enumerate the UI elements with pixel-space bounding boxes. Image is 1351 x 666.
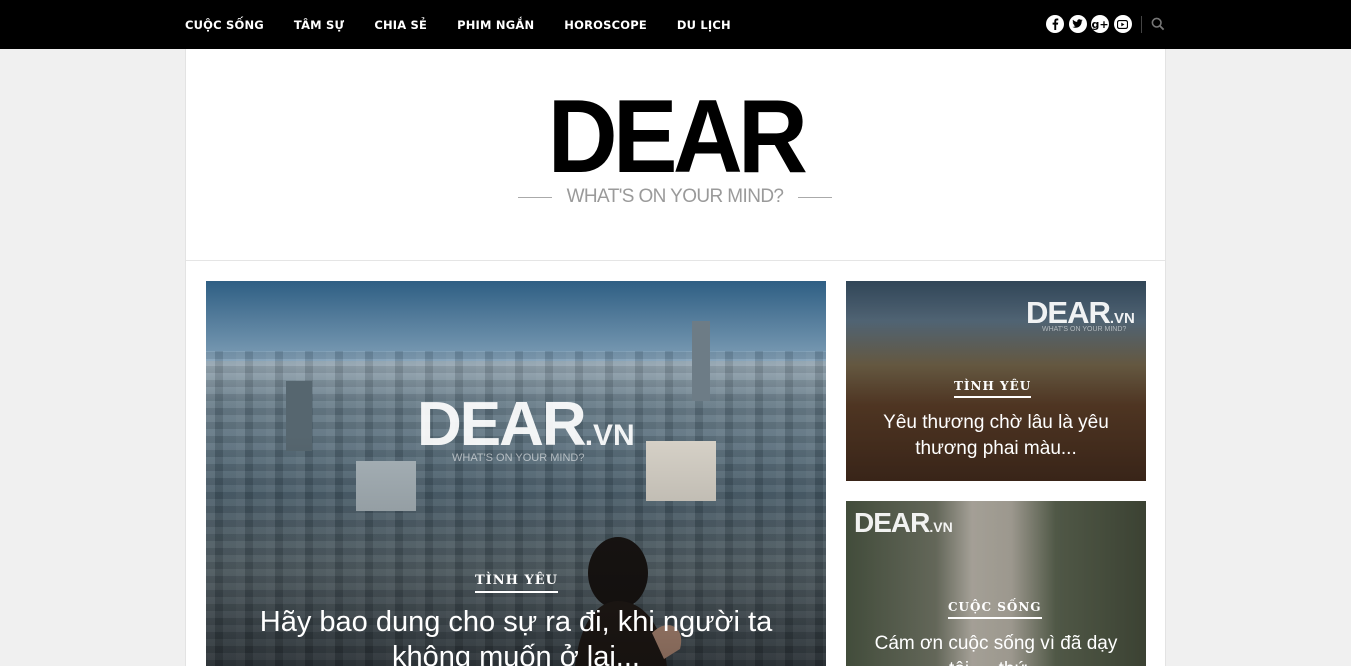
site-header: DEAR WHAT'S ON YOUR MIND?: [186, 49, 1165, 261]
side-post[interactable]: DEAR.VN WHAT'S ON YOUR MIND? TÌNH YÊU Yê…: [846, 281, 1146, 481]
nav-item-tam-su[interactable]: TÂM SỰ: [294, 18, 344, 32]
top-navbar: CUỘC SỐNG TÂM SỰ CHIA SẺ PHIM NGẮN HOROS…: [0, 0, 1351, 49]
featured-category-link[interactable]: TÌNH YÊU: [475, 573, 558, 593]
google-plus-icon[interactable]: g+: [1091, 15, 1109, 33]
tagline-rule-left: [517, 196, 552, 198]
content-container: DEAR WHAT'S ON YOUR MIND? DEAR.VN WHAT'S…: [185, 49, 1166, 666]
side-post[interactable]: DEAR.VN CUỘC SỐNG Cám ơn cuộc sống vì đã…: [846, 501, 1146, 666]
tagline-rule-right: [798, 196, 833, 198]
search-icon[interactable]: [1151, 17, 1165, 31]
nav-item-phim-ngan[interactable]: PHIM NGẮN: [457, 18, 534, 32]
side-watermark-tagline: WHAT'S ON YOUR MIND?: [1042, 326, 1127, 333]
twitter-icon[interactable]: [1068, 15, 1087, 33]
nav-item-horoscope[interactable]: HOROSCOPE: [564, 18, 647, 32]
main-nav: CUỘC SỐNG TÂM SỰ CHIA SẺ PHIM NGẮN HOROS…: [185, 0, 761, 49]
side-post-category-link[interactable]: CUỘC SỐNG: [948, 600, 1042, 619]
site-tagline: WHAT'S ON YOUR MIND?: [566, 186, 784, 207]
side-post-category-link[interactable]: TÌNH YÊU: [954, 379, 1032, 398]
featured-watermark-logo: DEAR.VN: [417, 390, 635, 459]
facebook-icon[interactable]: [1046, 15, 1064, 33]
nav-item-du-lich[interactable]: DU LỊCH: [677, 18, 731, 32]
side-watermark-logo: DEAR.VN: [854, 507, 953, 538]
featured-image-tower: [692, 321, 710, 401]
youtube-icon[interactable]: [1113, 15, 1132, 33]
featured-post[interactable]: DEAR.VN WHAT'S ON YOUR MIND? TÌNH YÊU Hã…: [206, 281, 826, 666]
nav-item-cuoc-song[interactable]: CUỘC SỐNG: [185, 18, 264, 32]
site-logo[interactable]: DEAR: [220, 85, 1130, 189]
side-post-title[interactable]: Yêu thương chờ lâu là yêu thương phai mà…: [866, 410, 1126, 462]
nav-divider: [1141, 16, 1142, 33]
featured-image-sky: [206, 281, 826, 361]
featured-watermark-tagline: WHAT'S ON YOUR MIND?: [452, 452, 585, 464]
nav-item-chia-se[interactable]: CHIA SẺ: [374, 18, 427, 32]
tagline-row: WHAT'S ON YOUR MIND?: [515, 186, 835, 208]
featured-post-title[interactable]: Hãy bao dung cho sự ra đi, khi người ta …: [246, 605, 786, 666]
social-links: g+: [1046, 15, 1136, 33]
side-post-title[interactable]: Cám ơn cuộc sống vì đã dạy tôi … thứ...: [866, 631, 1126, 666]
